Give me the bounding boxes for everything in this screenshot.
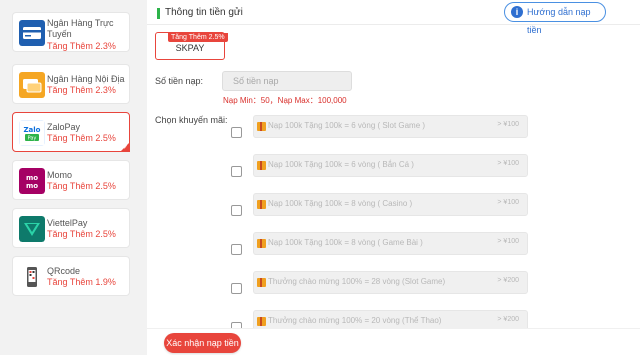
sidebar-item-name: Momo bbox=[47, 170, 73, 180]
gift-icon bbox=[257, 122, 266, 131]
promo-checkbox[interactable] bbox=[231, 283, 242, 294]
promo-item[interactable]: Nạp 100k Tặng 100k = 6 vòng ( Slot Game … bbox=[253, 115, 528, 138]
svg-text:mo: mo bbox=[26, 182, 38, 190]
promo-text: Nạp 100k Tặng 100k = 8 vòng ( Casino ) bbox=[268, 199, 413, 208]
gift-icon bbox=[257, 161, 266, 170]
amount-input[interactable] bbox=[222, 71, 352, 91]
sidebar-item-name: QRcode bbox=[47, 266, 81, 276]
viettelpay-icon bbox=[19, 216, 45, 242]
svg-text:Pay: Pay bbox=[28, 136, 37, 142]
momo-icon: mo mo bbox=[19, 168, 45, 194]
sidebar-item-name: ViettelPay bbox=[47, 218, 88, 228]
zalopay-icon: Zalo Pay bbox=[19, 120, 45, 146]
sidebar-item-online-banking[interactable]: Ngân Hàng Trực Tuyến Tăng Thêm 2.3% bbox=[12, 12, 130, 52]
sidebar-item-momo[interactable]: mo mo Momo Tăng Thêm 2.5% bbox=[12, 160, 130, 200]
promo-checkbox[interactable] bbox=[231, 205, 242, 216]
sidebar-item-bonus: Tăng Thêm 2.5% bbox=[47, 181, 116, 191]
promo-threshold: > ¥100 bbox=[497, 121, 519, 128]
sidebar-item-qrcode[interactable]: QRcode Tăng Thêm 1.9% bbox=[12, 256, 130, 296]
svg-text:Zalo: Zalo bbox=[23, 126, 40, 134]
promo-option: Nạp 100k Tặng 100k = 8 vòng ( Casino ) >… bbox=[231, 193, 528, 222]
sidebar-item-bonus: Tăng Thêm 2.5% bbox=[47, 133, 116, 143]
promo-option: Nạp 100k Tặng 100k = 6 vòng ( Slot Game … bbox=[231, 115, 528, 144]
sidebar-item-zalopay[interactable]: Zalo Pay ZaloPay Tăng Thêm 2.5% ✓ bbox=[12, 112, 130, 152]
confirm-deposit-button[interactable]: Xác nhận nạp tiền bbox=[164, 333, 241, 353]
domestic-bank-icon bbox=[19, 72, 45, 98]
promo-option: Nạp 100k Tặng 100k = 8 vòng ( Game Bài )… bbox=[231, 232, 528, 261]
promo-checkbox[interactable] bbox=[231, 244, 242, 255]
promo-threshold: > ¥200 bbox=[497, 277, 519, 284]
gift-icon bbox=[257, 200, 266, 209]
sidebar-item-name: Ngân Hàng Nội Địa bbox=[47, 74, 125, 84]
promo-checkbox[interactable] bbox=[231, 166, 242, 177]
amount-label: Số tiền nạp: bbox=[155, 76, 204, 86]
footer-bar: Xác nhận nạp tiền bbox=[147, 328, 640, 355]
info-icon: i bbox=[511, 6, 523, 18]
sidebar-item-bonus: Tăng Thêm 2.3% bbox=[47, 85, 116, 95]
sidebar-item-name: ZaloPay bbox=[47, 122, 81, 132]
promo-text: Nạp 100k Tặng 100k = 6 vòng ( Bắn Cá ) bbox=[268, 160, 414, 169]
check-icon: ✓ bbox=[122, 145, 128, 151]
promo-threshold: > ¥100 bbox=[497, 238, 519, 245]
deposit-guide-button[interactable]: i Hướng dẫn nạp tiền bbox=[504, 2, 606, 35]
gift-icon bbox=[257, 278, 266, 287]
promo-option: Nạp 100k Tặng 100k = 6 vòng ( Bắn Cá ) >… bbox=[231, 154, 528, 183]
sidebar-item-bonus: Tăng Thêm 2.5% bbox=[47, 229, 116, 239]
promo-text: Thưởng chào mừng 100% = 20 vòng (Thể Tha… bbox=[268, 316, 442, 325]
page-title: Thông tin tiền gửi bbox=[165, 7, 243, 18]
promo-threshold: > ¥100 bbox=[497, 160, 519, 167]
promo-threshold: > ¥200 bbox=[497, 316, 519, 323]
sidebar-item-viettelpay[interactable]: ViettelPay Tăng Thêm 2.5% bbox=[12, 208, 130, 248]
promo-option: Thưởng chào mừng 100% = 28 vòng (Slot Ga… bbox=[231, 271, 528, 300]
deposit-guide-label: Hướng dẫn nạp tiền bbox=[527, 7, 591, 35]
promo-text: Nạp 100k Tặng 100k = 6 vòng ( Slot Game … bbox=[268, 121, 426, 130]
deposit-panel: Thông tin tiền gửi i Hướng dẫn nạp tiền … bbox=[147, 0, 640, 355]
sidebar-item-bonus: Tăng Thêm 1.9% bbox=[47, 277, 116, 287]
promo-checkbox[interactable] bbox=[231, 127, 242, 138]
promo-item[interactable]: Nạp 100k Tặng 100k = 8 vòng ( Game Bài )… bbox=[253, 232, 528, 255]
channel-bonus-tag: Tăng Thêm 2.5% bbox=[168, 33, 228, 42]
promo-label: Chọn khuyến mãi: bbox=[155, 115, 228, 125]
gift-icon bbox=[257, 239, 266, 248]
channel-skpay-button[interactable]: Tăng Thêm 2.5% SKPAY bbox=[155, 32, 228, 60]
promo-item[interactable]: Thưởng chào mừng 100% = 28 vòng (Slot Ga… bbox=[253, 271, 528, 294]
promo-text: Thưởng chào mừng 100% = 28 vòng (Slot Ga… bbox=[268, 277, 446, 286]
section-marker bbox=[157, 8, 160, 19]
sidebar-item-domestic-bank[interactable]: Ngân Hàng Nội Địa Tăng Thêm 2.3% bbox=[12, 64, 130, 104]
sidebar-item-bonus: Tăng Thêm 2.3% bbox=[47, 41, 116, 51]
gift-icon bbox=[257, 317, 266, 326]
promo-item[interactable]: Nạp 100k Tặng 100k = 8 vòng ( Casino ) >… bbox=[253, 193, 528, 216]
svg-text:mo: mo bbox=[26, 174, 38, 182]
promo-text: Nạp 100k Tặng 100k = 8 vòng ( Game Bài ) bbox=[268, 238, 423, 247]
promo-threshold: > ¥100 bbox=[497, 199, 519, 206]
payment-method-sidebar: Ngân Hàng Trực Tuyến Tăng Thêm 2.3% Ngân… bbox=[0, 0, 140, 355]
promo-item[interactable]: Nạp 100k Tặng 100k = 6 vòng ( Bắn Cá ) >… bbox=[253, 154, 528, 177]
qrcode-icon bbox=[19, 264, 45, 290]
sidebar-item-name: Ngân Hàng Trực Tuyến bbox=[47, 18, 114, 39]
amount-limits: Nạp Min：50，Nạp Max：100,000 bbox=[223, 96, 347, 105]
bank-card-icon bbox=[19, 20, 45, 46]
header-divider bbox=[147, 24, 640, 25]
channel-label: SKPAY bbox=[175, 43, 205, 53]
